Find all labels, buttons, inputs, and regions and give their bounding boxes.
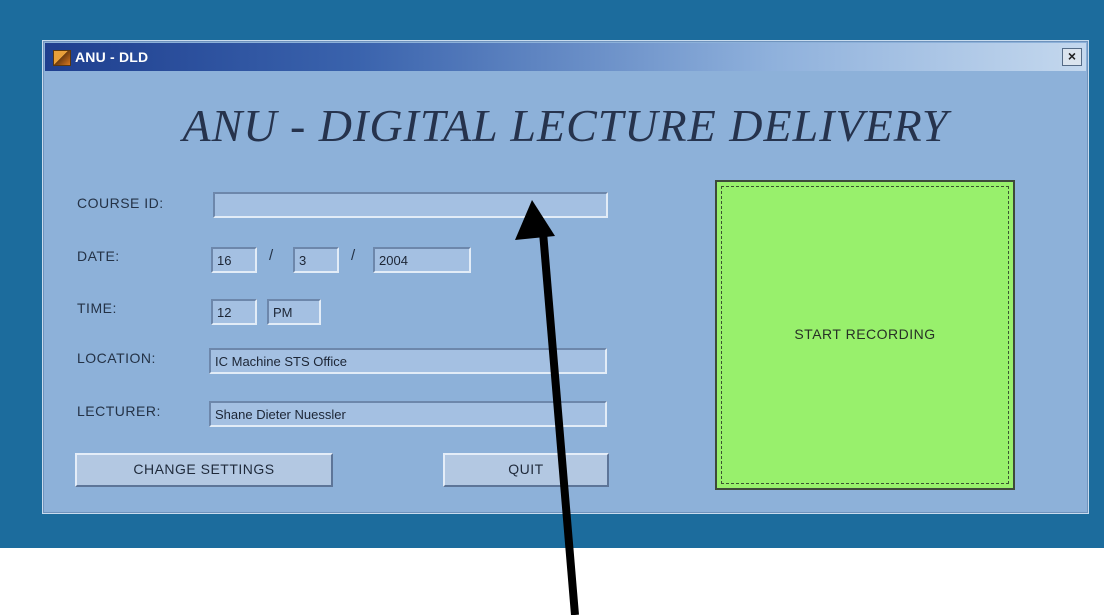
annotation-arrow-head — [515, 200, 555, 240]
annotation-arrow — [515, 200, 579, 615]
annotation-arrow-shaft — [539, 231, 579, 615]
